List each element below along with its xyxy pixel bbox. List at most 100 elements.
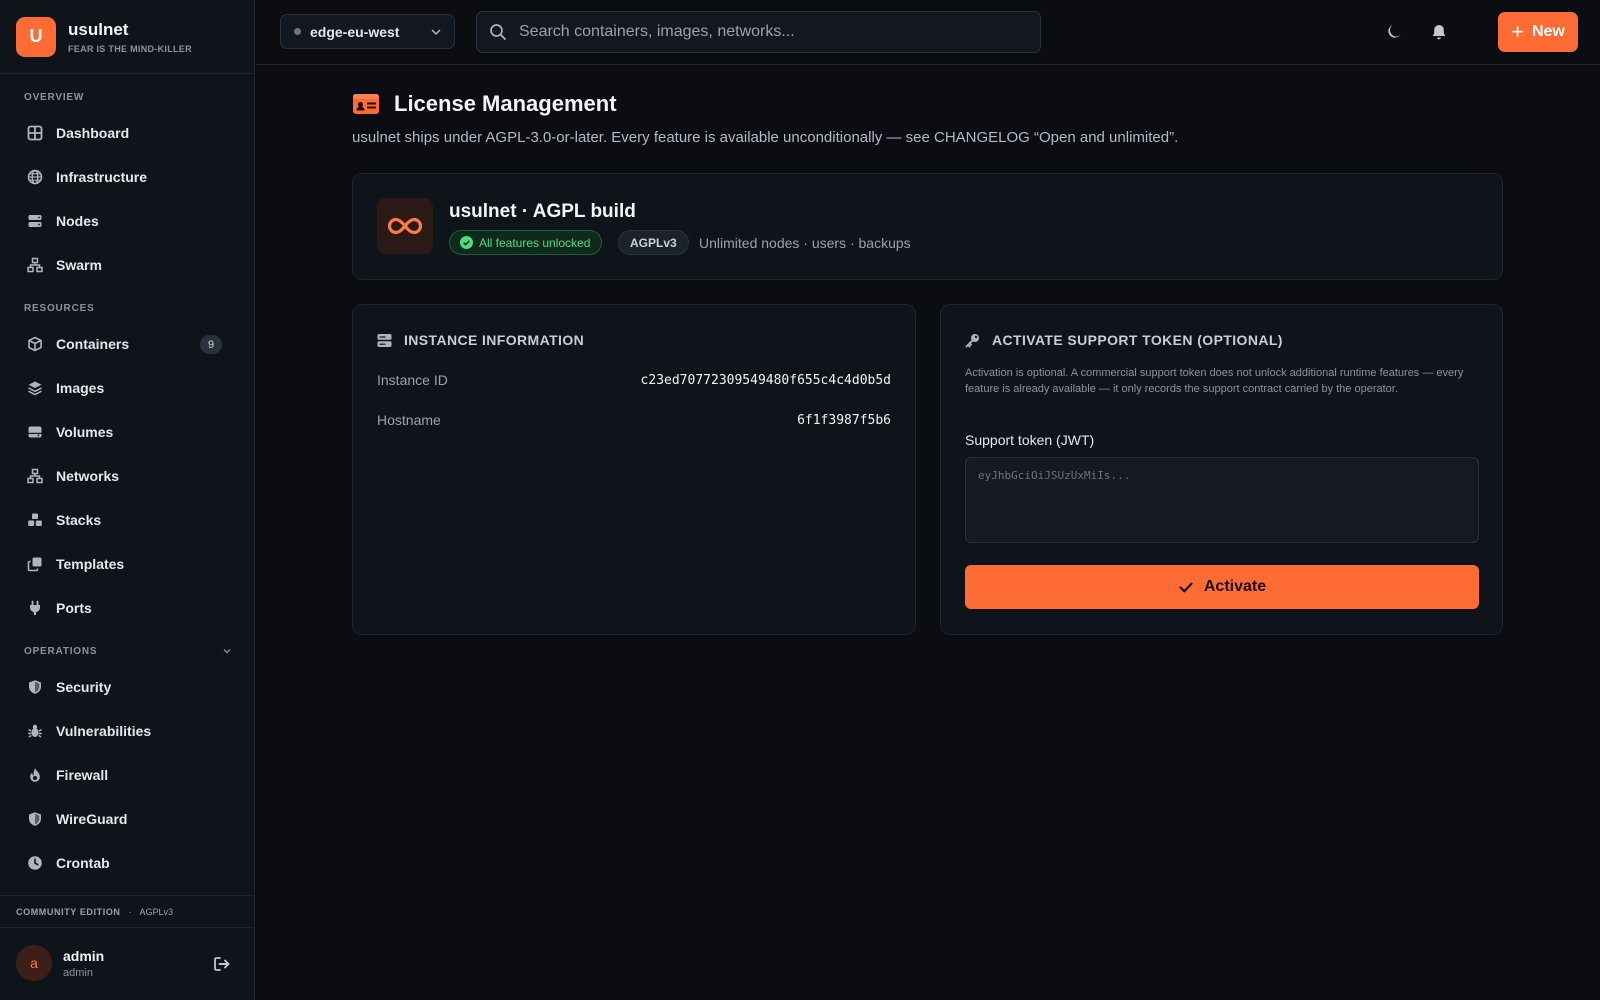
sidebar-item-label: Ports [56, 600, 92, 616]
license-badge: AGPLv3 [618, 230, 689, 255]
activate-button-label: Activate [1203, 578, 1267, 595]
sidebar-item-volumes[interactable]: Volumes [12, 414, 244, 450]
edition-separator: · [128, 906, 132, 917]
sidebar-item-label: Swarm [56, 257, 102, 273]
brand-name: usulnet [68, 19, 129, 39]
id-card-icon [353, 94, 379, 114]
shield-icon [26, 811, 43, 828]
activate-token-card: ACTIVATE SUPPORT TOKEN (OPTIONAL) Activa… [940, 304, 1503, 635]
instance-info-heading: INSTANCE INFORMATION [377, 332, 584, 348]
sidebar-item-label: Infrastructure [56, 169, 148, 185]
clock-icon [26, 855, 43, 872]
sidebar-item-label: Stacks [56, 512, 102, 528]
sidebar-item-security[interactable]: Security [12, 669, 244, 705]
globe-icon [26, 169, 43, 186]
instance-info-title: INSTANCE INFORMATION [404, 332, 585, 348]
section-resources: RESOURCES [24, 303, 95, 314]
fire-icon [26, 767, 43, 784]
grid-icon [26, 125, 43, 142]
sidebar-item-label: Containers [56, 336, 130, 352]
sidebar-item-networks[interactable]: Networks [12, 458, 244, 494]
sidebar-item-label: Security [56, 679, 112, 695]
user-profile[interactable]: a admin admin [16, 945, 104, 981]
sidebar-item-crontab[interactable]: Crontab [12, 845, 244, 881]
page-header: License Management [352, 91, 617, 117]
sidebar-item-label: Dashboard [56, 125, 130, 141]
sidebar-item-wireguard[interactable]: WireGuard [12, 801, 244, 837]
features-status-badge: All features unlocked [449, 230, 603, 255]
key-icon [965, 333, 979, 348]
sidebar-item-label: Networks [56, 468, 120, 484]
support-token-input[interactable] [965, 457, 1479, 543]
sidebar-item-ports[interactable]: Ports [12, 590, 244, 626]
sidebar-item-swarm[interactable]: Swarm [12, 247, 244, 283]
sidebar-item-label: WireGuard [56, 811, 128, 827]
hdd-icon [26, 424, 43, 441]
chevron-down-icon[interactable] [222, 646, 232, 656]
sidebar-item-label: Nodes [56, 213, 99, 229]
activate-button[interactable]: Activate [965, 565, 1479, 609]
cube-icon [26, 336, 43, 353]
search-icon [490, 24, 506, 40]
sidebar-item-stacks[interactable]: Stacks [12, 502, 244, 538]
infinity-icon [377, 198, 433, 254]
sidebar-item-nodes[interactable]: Nodes [12, 203, 244, 239]
section-operations: OPERATIONS [24, 646, 98, 657]
sidebar-item-firewall[interactable]: Firewall [12, 757, 244, 793]
chevron-down-icon [431, 29, 441, 36]
sidebar: U usulnet FEAR IS THE MIND-KILLER OVERVI… [0, 0, 255, 1000]
check-icon [1179, 582, 1193, 593]
build-summary-card: usulnet · AGPL build All features unlock… [352, 173, 1503, 280]
edition-label: COMMUNITY EDITION [16, 906, 121, 917]
sidebar-item-templates[interactable]: Templates [12, 546, 244, 582]
brand[interactable]: U usulnet FEAR IS THE MIND-KILLER [0, 0, 254, 74]
edition-license: AGPLv3 [139, 906, 174, 917]
bug-icon [26, 723, 43, 740]
avatar: a [16, 945, 52, 981]
sidebar-item-label: Firewall [56, 767, 109, 783]
shield-icon [26, 679, 43, 696]
sidebar-item-label: Templates [56, 556, 125, 572]
instance-id-value: c23ed70772309549480f655c4c4d0b5d [640, 373, 891, 388]
environment-name: edge-eu-west [310, 23, 400, 40]
environment-selector[interactable]: edge-eu-west [280, 14, 455, 49]
new-button-label: New [1531, 23, 1565, 40]
search-bar[interactable] [476, 11, 1041, 53]
topbar: edge-eu-west + New [255, 0, 1600, 65]
hostname-label: Hostname [377, 412, 441, 428]
sidebar-item-infrastructure[interactable]: Infrastructure [12, 159, 244, 195]
sidebar-item-label: Vulnerabilities [56, 723, 152, 739]
brand-tagline: FEAR IS THE MIND-KILLER [68, 43, 192, 54]
server-icon [26, 213, 43, 230]
sidebar-item-dashboard[interactable]: Dashboard [12, 115, 244, 151]
plus-icon: + [1511, 19, 1524, 44]
environment-status-dot [294, 28, 301, 35]
bell-icon[interactable] [1430, 23, 1448, 41]
build-capabilities: Unlimited nodes · users · backups [699, 235, 911, 251]
sidebar-item-vulnerabilities[interactable]: Vulnerabilities [12, 713, 244, 749]
hostname-value: 6f1f3987f5b6 [797, 413, 891, 428]
check-circle-icon [460, 236, 473, 249]
moon-icon[interactable] [1385, 23, 1403, 41]
instance-info-card: INSTANCE INFORMATION Instance ID c23ed70… [352, 304, 916, 635]
sidebar-item-label: Volumes [56, 424, 114, 440]
search-input[interactable] [519, 12, 1040, 52]
build-name: usulnet · AGPL build [449, 201, 636, 222]
user-name: admin [63, 947, 105, 964]
clone-icon [26, 556, 43, 573]
server-icon [377, 333, 392, 347]
activation-help-text: Activation is optional. A commercial sup… [965, 367, 1464, 395]
instance-id-label: Instance ID [377, 372, 448, 388]
activate-token-title: ACTIVATE SUPPORT TOKEN (OPTIONAL) [992, 332, 1283, 348]
sidebar-item-label: Images [56, 380, 105, 396]
sidebar-item-containers[interactable]: Containers 9 [12, 326, 244, 362]
logout-icon[interactable] [213, 955, 231, 973]
page-title: License Management [394, 91, 617, 116]
user-role: admin [63, 966, 93, 979]
brand-logo: U [16, 16, 56, 57]
sidebar-item-images[interactable]: Images [12, 370, 244, 406]
activate-token-heading: ACTIVATE SUPPORT TOKEN (OPTIONAL) [965, 332, 1283, 348]
support-token-label: Support token (JWT) [965, 432, 1095, 448]
network-icon [26, 257, 43, 274]
new-button[interactable]: + New [1498, 12, 1578, 52]
